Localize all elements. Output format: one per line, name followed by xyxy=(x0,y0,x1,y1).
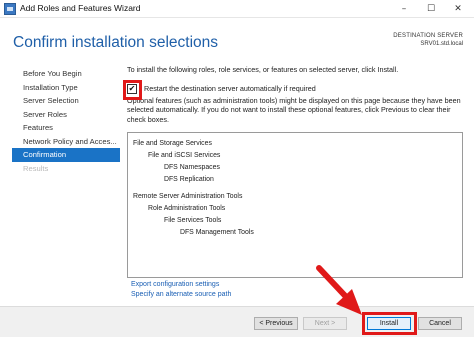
wizard-window: Add Roles and Features Wizard – ☐ ✕ Conf… xyxy=(0,0,474,337)
red-arrow-annotation xyxy=(316,265,362,315)
